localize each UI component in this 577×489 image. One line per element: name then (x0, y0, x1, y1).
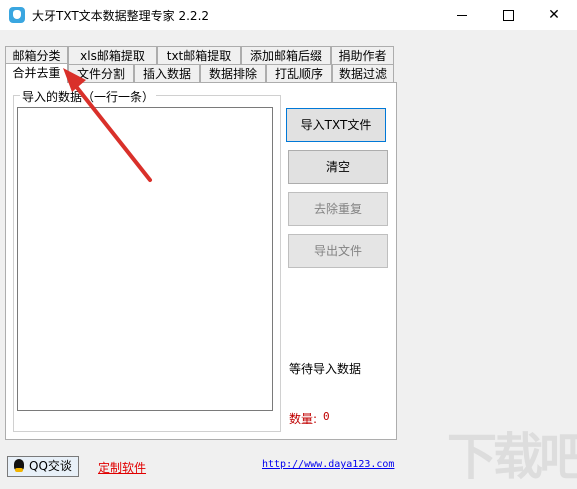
arrow-shaft (69, 78, 152, 182)
arrow-head (63, 68, 86, 92)
red-arrow-annotation (63, 68, 152, 182)
